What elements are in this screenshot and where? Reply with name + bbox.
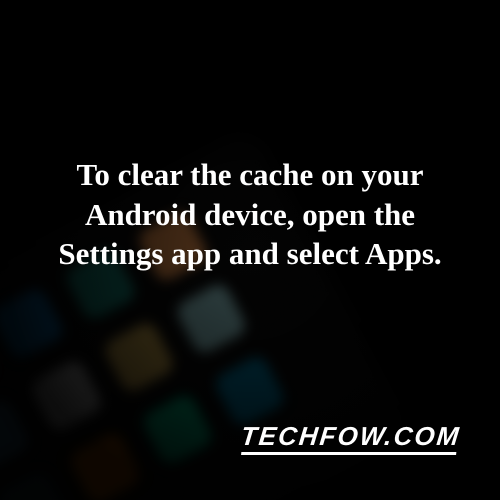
site-watermark: TECHFOW.COM — [239, 421, 462, 452]
instruction-text: To clear the cache on your Android devic… — [0, 155, 500, 274]
